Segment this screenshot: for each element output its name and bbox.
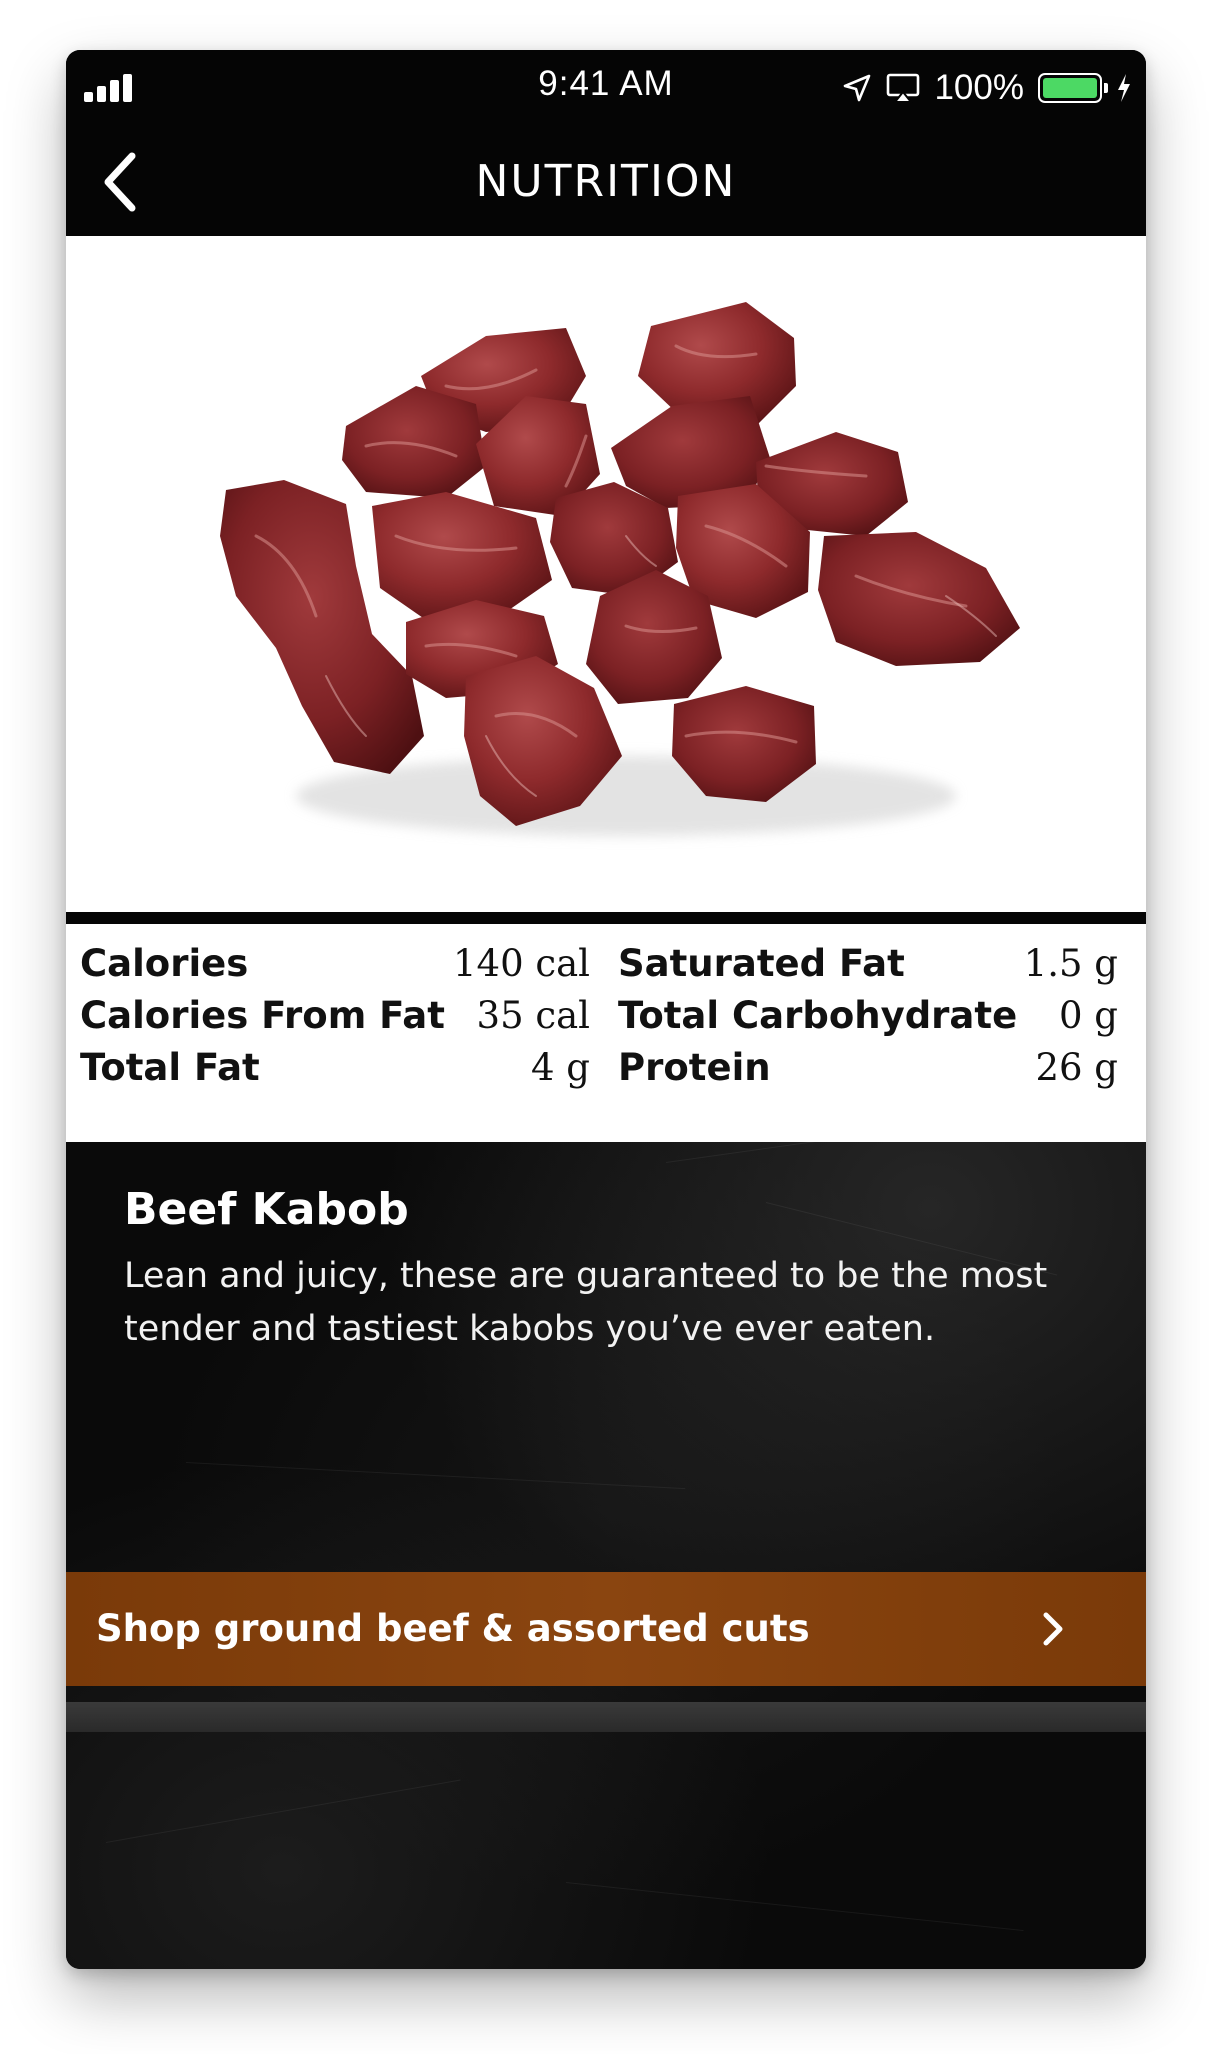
nutrition-row: Saturated Fat 1.5 g (618, 938, 1118, 990)
back-button[interactable] (80, 142, 160, 222)
texture-scratch (185, 1462, 686, 1490)
product-description: Lean and juicy, these are guaranteed to … (124, 1256, 1048, 1349)
nutrition-label: Calories (80, 942, 249, 985)
airplay-icon (887, 73, 920, 103)
nutrition-label: Protein (618, 1046, 771, 1089)
nutrition-row: Calories From Fat 35 cal (80, 990, 590, 1042)
nutrition-label: Saturated Fat (618, 942, 905, 985)
nutrition-value: 1.5 g (1023, 942, 1118, 985)
nutrition-facts: Calories 140 cal Calories From Fat 35 ca… (66, 924, 1146, 1142)
battery-icon (1038, 73, 1108, 103)
nutrition-value: 4 g (531, 1046, 590, 1089)
nutrition-label: Calories From Fat (80, 994, 445, 1037)
shop-button[interactable]: Shop ground beef & assorted cuts (66, 1572, 1146, 1686)
nutrition-column-left: Calories 140 cal Calories From Fat 35 ca… (80, 938, 590, 1094)
product-title: Beef Kabob (124, 1184, 409, 1235)
texture-scratch (565, 1882, 1024, 1932)
navigation-bar: NUTRITION (66, 128, 1146, 236)
page-title: NUTRITION (475, 156, 737, 207)
product-image (66, 236, 1146, 912)
nutrition-label: Total Fat (80, 1046, 260, 1089)
chevron-left-icon (104, 152, 136, 212)
nutrition-row: Calories 140 cal (80, 938, 590, 990)
image-divider (66, 912, 1146, 924)
nutrition-value: 140 cal (453, 942, 590, 985)
nutrition-value: 26 g (1035, 1046, 1118, 1089)
nutrition-column-right: Saturated Fat 1.5 g Total Carbohydrate 0… (618, 938, 1118, 1094)
shop-button-label: Shop ground beef & assorted cuts (96, 1607, 810, 1650)
chevron-right-icon (1043, 1612, 1063, 1646)
battery-percent: 100% (934, 68, 1024, 107)
texture-scratch (105, 1779, 461, 1843)
charging-bolt-icon (1118, 74, 1130, 102)
status-bar: 9:41 AM 100% (66, 50, 1146, 128)
nutrition-row: Total Fat 4 g (80, 1042, 590, 1094)
nutrition-label: Total Carbohydrate (618, 994, 1018, 1037)
product-info-panel: Beef Kabob Lean and juicy, these are gua… (66, 1106, 1146, 1969)
page: 9:41 AM 100% NUTRITION Calories 140 cal … (0, 0, 1214, 2054)
nutrition-row: Total Carbohydrate 0 g (618, 990, 1118, 1042)
nutrition-row: Protein 26 g (618, 1042, 1118, 1094)
scroll-divider (66, 1702, 1146, 1732)
battery-level (1043, 78, 1097, 98)
phone-screen: 9:41 AM 100% NUTRITION Calories 140 cal … (66, 50, 1146, 1969)
beef-cubes-illustration (220, 302, 1020, 836)
nutrition-value: 0 g (1059, 994, 1118, 1037)
nutrition-value: 35 cal (476, 994, 590, 1037)
location-arrow-icon (844, 74, 871, 102)
status-right-group: 100% (842, 66, 1132, 110)
